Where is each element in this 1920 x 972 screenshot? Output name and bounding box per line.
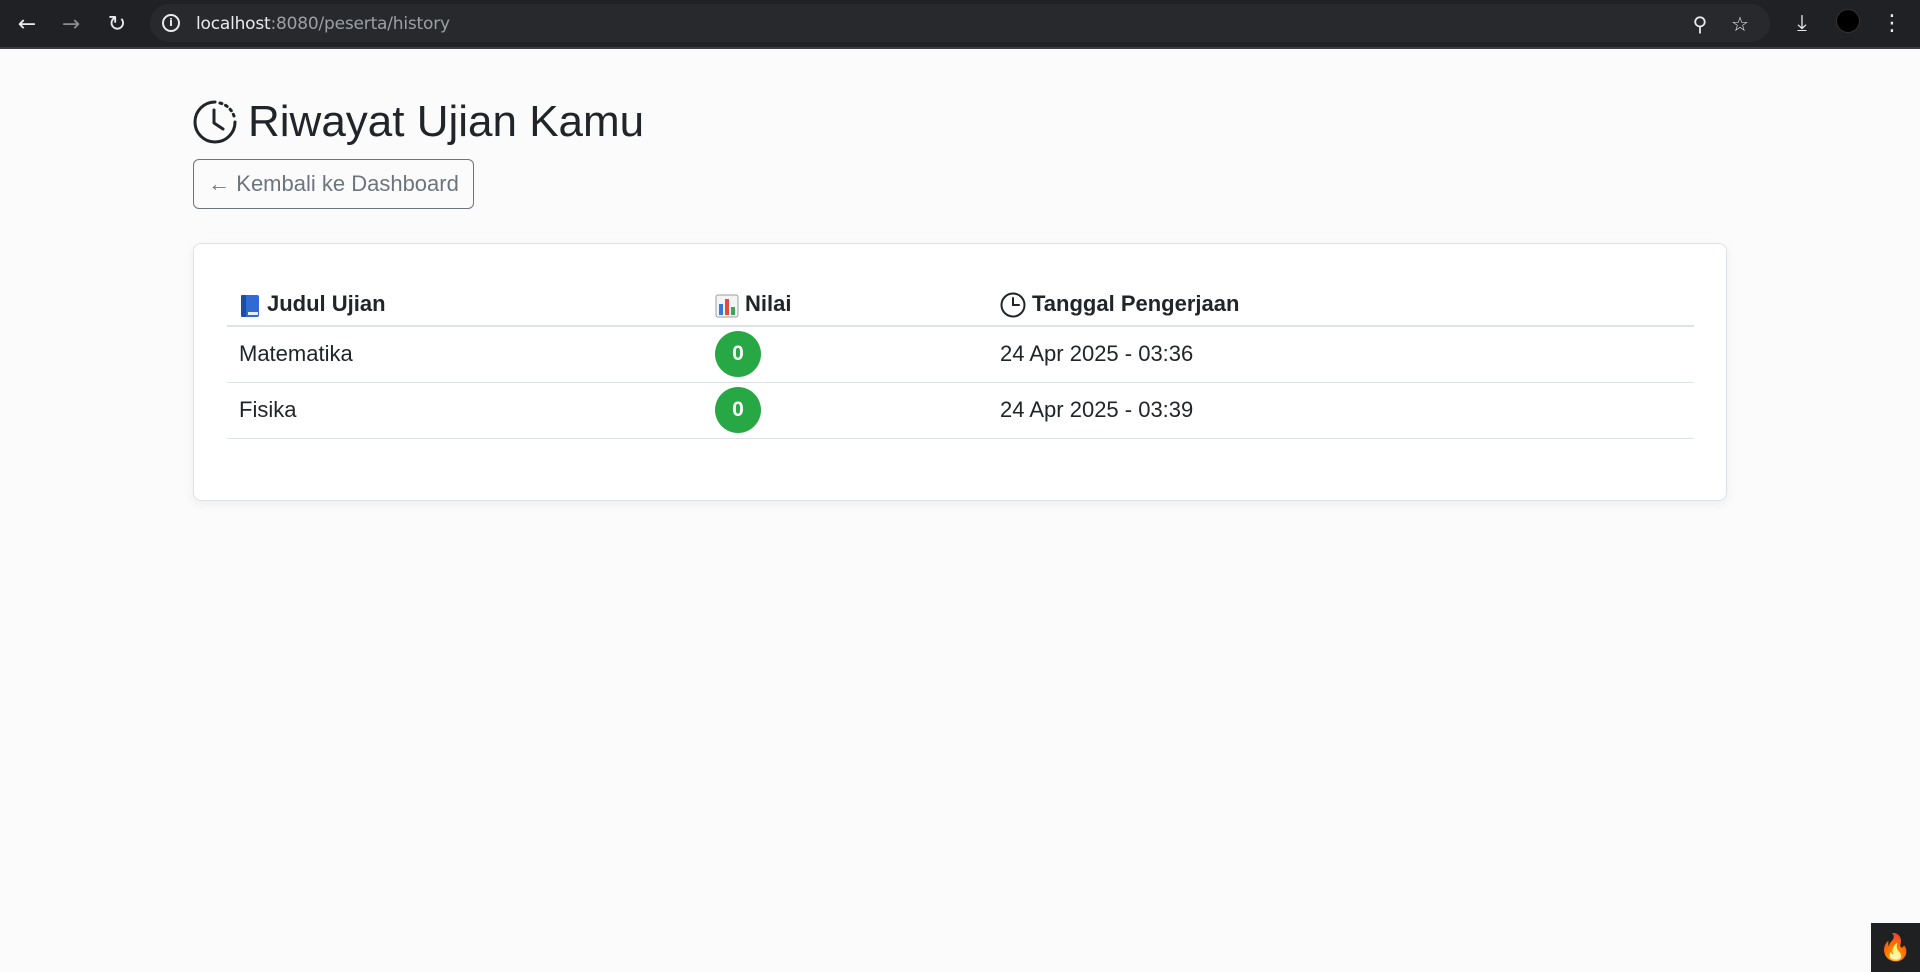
url-text[interactable]: localhost:8080/peserta/history (196, 14, 450, 34)
date-cell: 24 Apr 2025 - 03:39 (988, 382, 1694, 439)
score-badge: 0 (715, 387, 761, 433)
bookmark-star-icon[interactable]: ☆ (1728, 12, 1752, 36)
table-header-row: Judul Ujian Nilai Tanggal Pengerjaan (227, 284, 1694, 327)
site-info-icon[interactable]: i (162, 14, 180, 32)
clock-history-icon (193, 100, 237, 144)
header-date: Tanggal Pengerjaan (988, 284, 1694, 327)
address-bar[interactable]: i localhost:8080/peserta/history ⚲ ☆ (150, 4, 1770, 42)
url-host: localhost (196, 14, 271, 34)
page-title: Riwayat Ujian Kamu (192, 97, 644, 147)
header-score: Nilai (703, 284, 988, 327)
profile-avatar[interactable] (1836, 9, 1860, 33)
score-badge: 0 (715, 331, 761, 378)
history-card: Judul Ujian Nilai Tanggal Pengerjaan Mat… (193, 243, 1727, 501)
browser-toolbar: ← → ↻ i localhost:8080/peserta/history ⚲… (0, 0, 1920, 49)
page-title-text: Riwayat Ujian Kamu (248, 97, 645, 146)
exam-title-cell: Matematika (227, 326, 703, 383)
download-icon[interactable]: ⤓ (1786, 8, 1818, 40)
zoom-icon[interactable]: ⚲ (1688, 12, 1712, 36)
score-cell: 0 (703, 326, 988, 383)
forward-arrow-icon[interactable]: → (52, 8, 90, 40)
header-exam-title-label: Judul Ujian (267, 291, 386, 317)
header-date-label: Tanggal Pengerjaan (1032, 290, 1240, 316)
back-arrow-icon[interactable]: ← (8, 8, 46, 40)
reload-icon[interactable]: ↻ (98, 8, 136, 40)
clock-icon (1000, 292, 1026, 318)
header-score-label: Nilai (745, 291, 792, 317)
header-exam-title: Judul Ujian (227, 284, 703, 327)
bar-chart-icon (715, 294, 739, 318)
back-to-dashboard-button[interactable]: ← Kembali ke Dashboard (193, 159, 474, 209)
exam-title-cell: Fisika (227, 382, 703, 439)
date-cell: 24 Apr 2025 - 03:36 (988, 326, 1694, 383)
table-row: Fisika 0 24 Apr 2025 - 03:39 (227, 382, 1694, 439)
debug-toolbar-flame-icon[interactable]: 🔥 (1871, 923, 1920, 972)
table-row: Matematika 0 24 Apr 2025 - 03:36 (227, 326, 1694, 383)
history-table: Judul Ujian Nilai Tanggal Pengerjaan Mat… (227, 284, 1694, 439)
url-path: :8080/peserta/history (270, 14, 451, 34)
blue-book-icon (241, 294, 259, 317)
score-cell: 0 (703, 382, 988, 439)
menu-kebab-icon[interactable]: ⋮ (1876, 8, 1908, 40)
